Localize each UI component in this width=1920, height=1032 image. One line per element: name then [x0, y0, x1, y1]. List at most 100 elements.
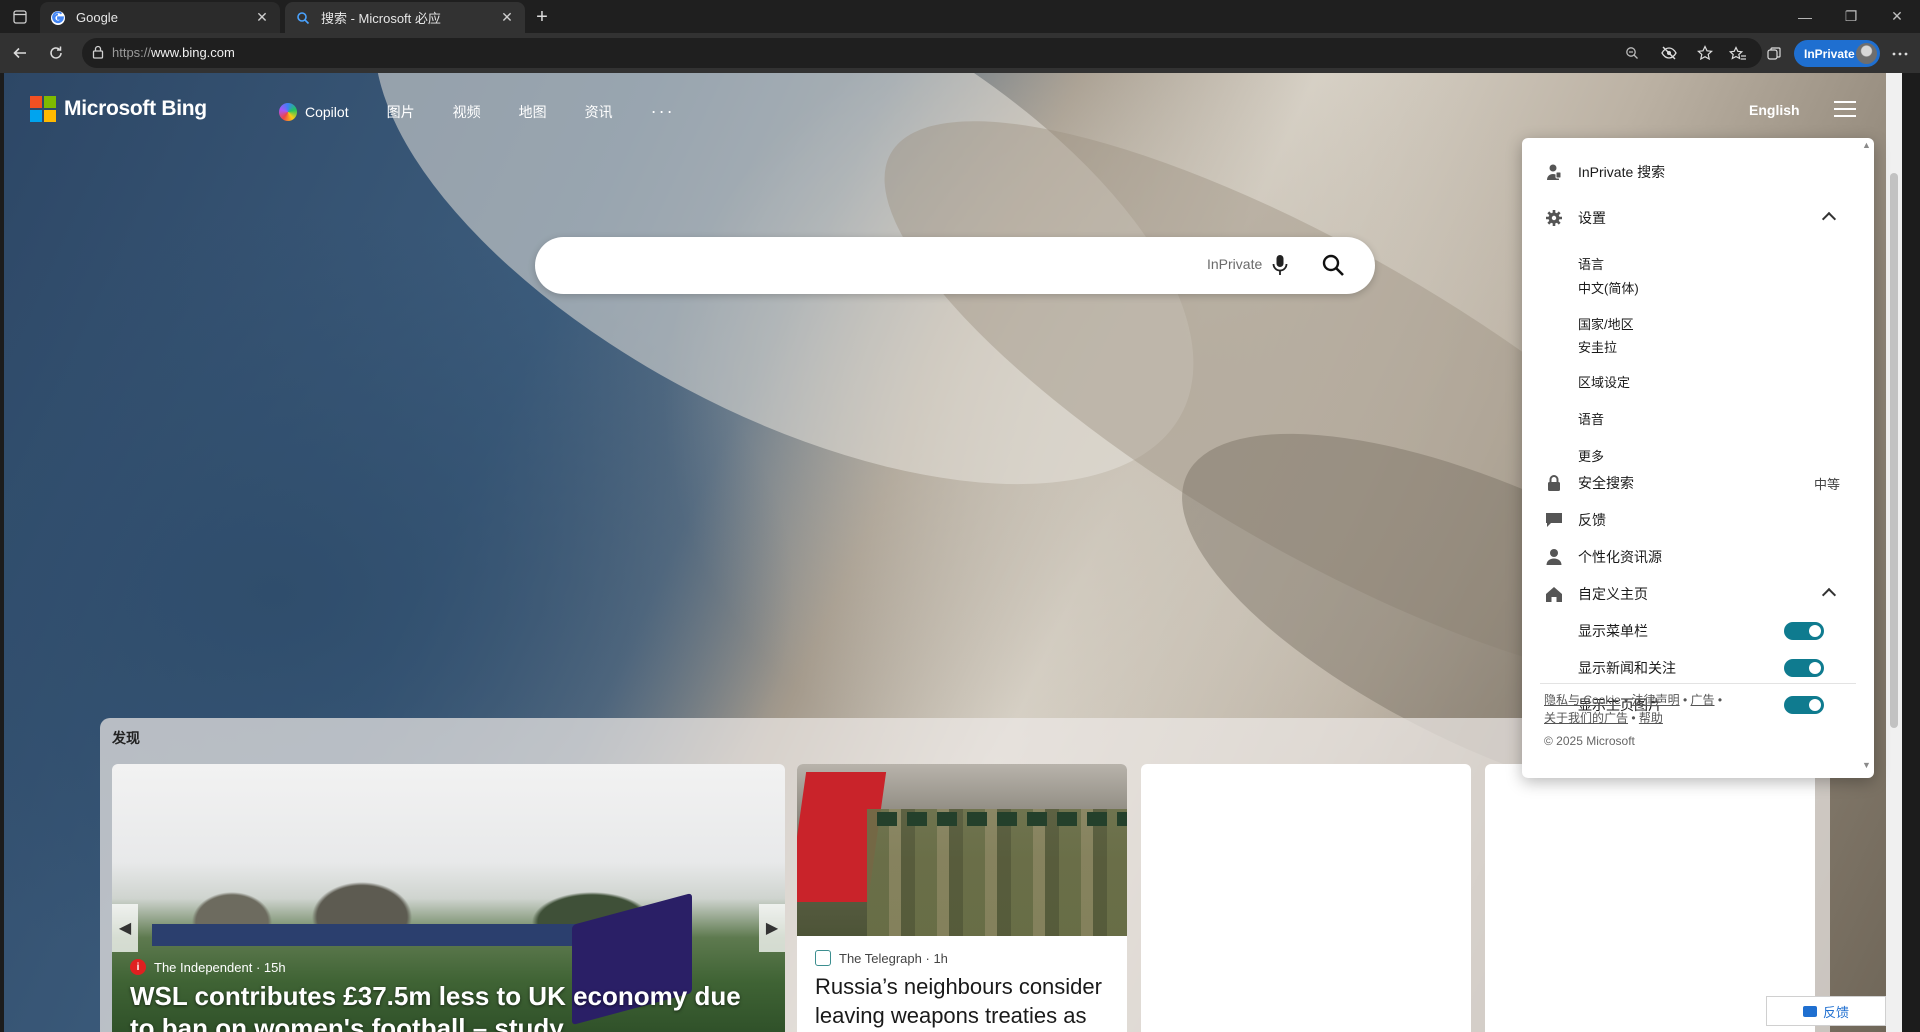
news-age: · 15h	[255, 959, 286, 975]
chevron-up-icon[interactable]	[1821, 211, 1837, 227]
news-card[interactable]: ◀ ▶ i The Independent · 15h WSL contribu…	[112, 764, 785, 1032]
scrollbar-thumb[interactable]	[1890, 173, 1898, 728]
browser-toolbar: https://www.bing.com InPrivate	[0, 33, 1920, 73]
news-card[interactable]: The Telegraph · 1h Russia’s neighbours c…	[797, 764, 1127, 1032]
address-bar[interactable]: https://www.bing.com	[82, 38, 1762, 68]
menu-safe-search[interactable]: 安全搜索 中等	[1522, 465, 1862, 501]
zoom-icon[interactable]	[1622, 44, 1642, 62]
menu-scroll-down-icon[interactable]: ▼	[1862, 760, 1872, 770]
menu-toggle-news: 显示新闻和关注	[1522, 650, 1862, 686]
collections-icon[interactable]	[1762, 43, 1786, 65]
search-button[interactable]	[1318, 250, 1348, 280]
lock-icon	[1544, 473, 1564, 493]
menu-region-label[interactable]: 国家/地区	[1578, 314, 1634, 333]
menu-language-label[interactable]: 语言	[1578, 254, 1604, 273]
copyright-text: © 2025 Microsoft	[1544, 734, 1635, 748]
toggle-switch[interactable]	[1784, 622, 1824, 640]
menu-locale[interactable]: 区域设定	[1578, 372, 1630, 391]
tab-actions-icon[interactable]	[8, 6, 32, 28]
chat-bubble-icon	[1544, 510, 1564, 530]
restore-icon[interactable]: ❐	[1828, 0, 1874, 33]
chevron-up-icon[interactable]	[1821, 587, 1837, 603]
nav-maps[interactable]: 地图	[519, 102, 547, 122]
close-tab-icon[interactable]: ✕	[499, 9, 515, 26]
legal-link[interactable]: 法律声明	[1632, 693, 1680, 707]
nav-news[interactable]: 资讯	[585, 102, 613, 122]
chat-bubble-icon	[1802, 1005, 1817, 1017]
news-headline[interactable]: Russia’s neighbours consider leaving wea…	[815, 972, 1115, 1030]
lock-icon[interactable]	[92, 45, 104, 64]
ads-link[interactable]: 广告	[1691, 693, 1715, 707]
language-link[interactable]: English	[1749, 102, 1800, 118]
safe-search-value: 中等	[1813, 476, 1840, 492]
menu-label: 安全搜索	[1578, 475, 1634, 491]
menu-language-value: 中文(简体)	[1578, 281, 1639, 296]
inprivate-tag: InPrivate	[1207, 256, 1263, 272]
news-source: The Telegraph · 1h	[815, 950, 948, 966]
toggle-switch[interactable]	[1784, 696, 1824, 714]
card-image	[152, 924, 622, 946]
feedback-label: 反馈	[1822, 1004, 1849, 1020]
search-icon	[295, 10, 311, 26]
tab-google[interactable]: Google ✕	[40, 2, 280, 33]
inprivate-label: InPrivate	[1804, 46, 1855, 61]
microphone-icon[interactable]	[1268, 251, 1292, 279]
tracking-prevention-icon[interactable]	[1659, 44, 1679, 62]
card-image	[877, 812, 1127, 826]
feedback-button[interactable]: 反馈	[1766, 996, 1886, 1026]
menu-voice[interactable]: 语音	[1578, 409, 1604, 428]
toggle-label: 显示新闻和关注	[1578, 660, 1676, 676]
carousel-prev-button[interactable]: ◀	[112, 904, 138, 952]
menu-toggle-menubar: 显示菜单栏	[1522, 613, 1862, 649]
link-separator: •	[1624, 693, 1629, 707]
search-box: InPrivate	[535, 237, 1375, 294]
inprivate-profile-button[interactable]: InPrivate	[1794, 40, 1880, 67]
page-scrollbar[interactable]	[1886, 73, 1902, 1032]
more-options-icon[interactable]	[1888, 43, 1912, 65]
news-headline[interactable]: WSL contributes £37.5m less to UK econom…	[130, 980, 770, 1032]
help-link[interactable]: 帮助	[1639, 711, 1663, 725]
tab-bing[interactable]: 搜索 - Microsoft 必应 ✕	[285, 2, 525, 33]
favorites-icon[interactable]	[1726, 43, 1750, 65]
source-name: The Telegraph	[839, 950, 922, 966]
minimize-icon[interactable]: —	[1782, 0, 1828, 33]
menu-scroll-up-icon[interactable]: ▲	[1862, 140, 1872, 150]
new-tab-button[interactable]: +	[530, 5, 554, 29]
menu-label: 设置	[1578, 210, 1606, 226]
menu-settings[interactable]: 设置	[1522, 200, 1862, 236]
menu-feedback[interactable]: 反馈	[1522, 502, 1862, 538]
menu-inprivate-search[interactable]: InPrivate 搜索	[1522, 154, 1862, 190]
close-window-icon[interactable]: ✕	[1874, 0, 1920, 33]
search-input[interactable]	[563, 255, 1063, 277]
url-text: https://www.bing.com	[112, 45, 235, 60]
refresh-icon[interactable]	[44, 41, 68, 65]
about-ads-link[interactable]: 关于我们的广告	[1544, 711, 1628, 725]
link-separator: •	[1717, 693, 1723, 707]
home-icon	[1544, 584, 1564, 604]
nav-images[interactable]: 图片	[387, 102, 415, 122]
microsoft-logo-icon	[30, 96, 56, 122]
back-arrow-icon[interactable]	[8, 41, 32, 65]
news-card-placeholder[interactable]	[1485, 764, 1815, 1032]
browser-tab-bar: Google ✕ 搜索 - Microsoft 必应 ✕ + — ❐ ✕	[0, 0, 1920, 33]
nav-more-button[interactable]: ···	[651, 101, 675, 122]
nav-videos[interactable]: 视频	[453, 102, 481, 122]
close-tab-icon[interactable]: ✕	[254, 9, 270, 26]
bing-logo[interactable]: Microsoft Bing	[30, 96, 207, 122]
privacy-cookie-link[interactable]: 隐私与 Cookie	[1544, 693, 1621, 707]
menu-more[interactable]: 更多	[1578, 446, 1604, 465]
hamburger-menu-icon[interactable]	[1834, 101, 1856, 117]
carousel-next-button[interactable]: ▶	[759, 904, 785, 952]
menu-customize-homepage[interactable]: 自定义主页	[1522, 576, 1862, 612]
nav-copilot[interactable]: Copilot	[279, 102, 349, 121]
card-image	[867, 809, 1127, 936]
menu-label: 自定义主页	[1578, 586, 1648, 602]
favorite-star-icon[interactable]	[1695, 44, 1715, 62]
search-icon	[1322, 254, 1344, 276]
news-card-placeholder[interactable]	[1141, 764, 1471, 1032]
toggle-switch[interactable]	[1784, 659, 1824, 677]
avatar	[1856, 43, 1877, 64]
tab-title: Google	[76, 10, 118, 25]
menu-personalize-feed[interactable]: 个性化资讯源	[1522, 539, 1862, 575]
link-separator: •	[1631, 711, 1636, 725]
